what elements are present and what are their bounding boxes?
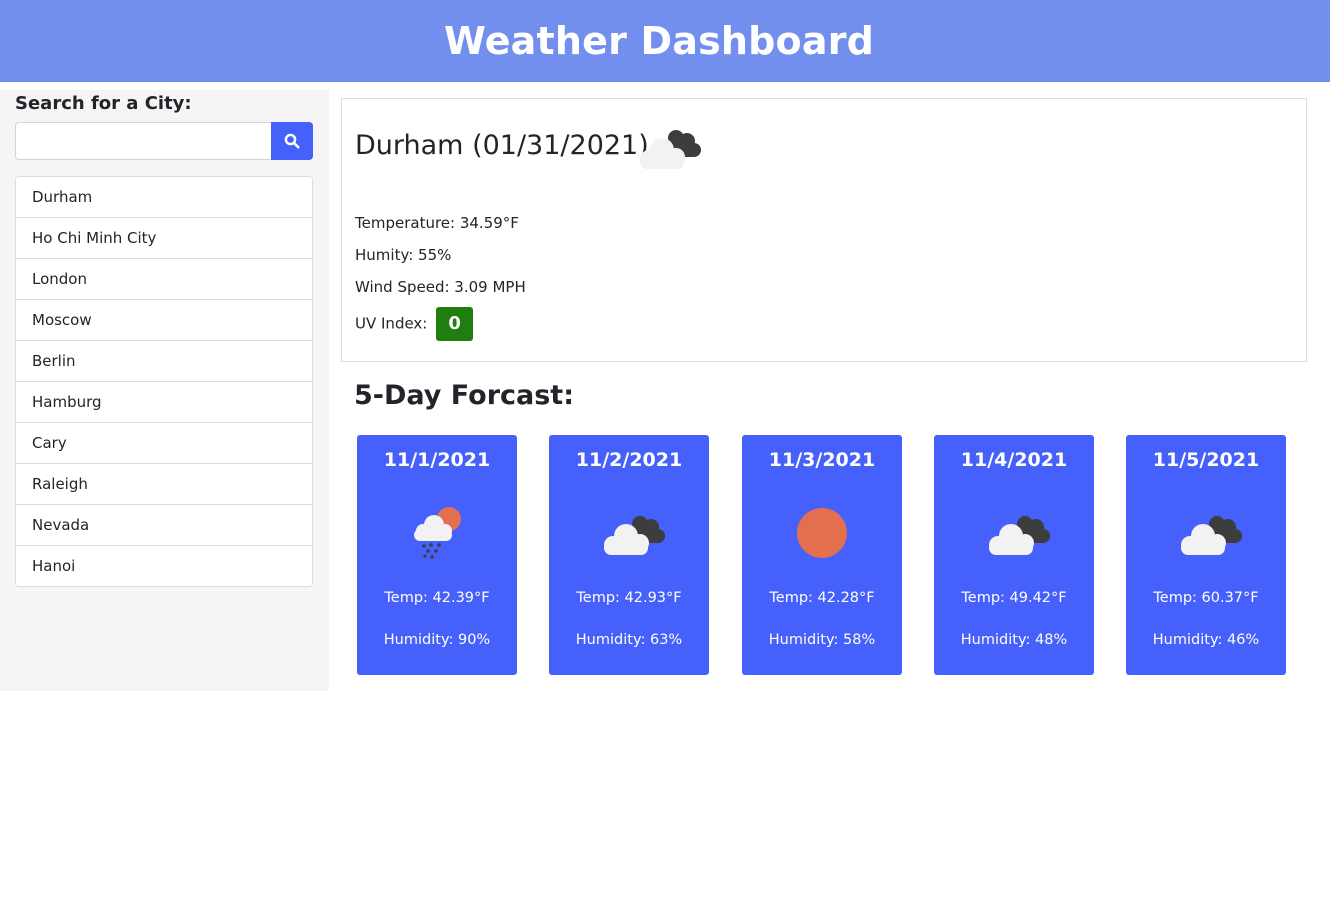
page-title: Weather Dashboard [443, 19, 875, 63]
forecast-date: 11/5/2021 [1152, 449, 1260, 471]
cloudy-icon [640, 130, 701, 169]
history-item[interactable]: Cary [16, 422, 312, 463]
forecast-temp: Temp: 42.93°F [576, 590, 682, 606]
uv-label: UV Index: [355, 314, 428, 333]
history-item[interactable]: Ho Chi Minh City [16, 217, 312, 258]
history-item[interactable]: Hanoi [16, 545, 312, 586]
forecast-humidity: Humidity: 46% [1152, 632, 1260, 648]
history-item[interactable]: Nevada [16, 504, 312, 545]
forecast-humidity: Humidity: 63% [575, 632, 683, 648]
search-history-list: Durham Ho Chi Minh City London Moscow Be… [15, 176, 313, 587]
search-button[interactable] [271, 122, 313, 160]
forecast-date: 11/2/2021 [575, 449, 683, 471]
forecast-temp: Temp: 42.28°F [769, 590, 875, 606]
current-weather-card: Durham (01/31/2021) Temperature: 34.59°F… [341, 98, 1307, 362]
forecast-date: 11/1/2021 [383, 449, 491, 471]
forecast-humidity: Humidity: 90% [383, 632, 491, 648]
uv-index-badge: 0 [436, 307, 474, 341]
sun-icon [797, 508, 847, 558]
forecast-humidity: Humidity: 48% [960, 632, 1068, 648]
forecast-card: 11/4/2021 Temp: 49.42°F Humidity: 48% [934, 435, 1094, 675]
current-wind-speed: Wind Speed: 3.09 MPH [355, 278, 526, 296]
forecast-date: 11/3/2021 [768, 449, 876, 471]
search-input[interactable] [15, 122, 272, 160]
cloudy-icon [989, 516, 1050, 555]
search-icon [284, 133, 300, 149]
history-item[interactable]: Berlin [16, 340, 312, 381]
forecast-humidity: Humidity: 58% [768, 632, 876, 648]
app-header: Weather Dashboard [0, 0, 1330, 82]
cloudy-icon [1181, 516, 1242, 555]
history-item[interactable]: London [16, 258, 312, 299]
forecast-date: 11/4/2021 [960, 449, 1068, 471]
search-label: Search for a City: [15, 93, 192, 114]
forecast-card: 11/5/2021 Temp: 60.37°F Humidity: 46% [1126, 435, 1286, 675]
cloudy-icon [604, 516, 665, 555]
forecast-temp: Temp: 42.39°F [384, 590, 490, 606]
history-item[interactable]: Raleigh [16, 463, 312, 504]
forecast-temp: Temp: 60.37°F [1153, 590, 1259, 606]
current-city-title: Durham (01/31/2021) [355, 130, 649, 161]
forecast-card: 11/2/2021 Temp: 42.93°F Humidity: 63% [549, 435, 709, 675]
rain-sun-icon [414, 507, 461, 559]
sidebar: Search for a City: Durham Ho Chi Minh Ci… [0, 90, 329, 691]
history-item[interactable]: Hamburg [16, 381, 312, 422]
forecast-temp: Temp: 49.42°F [961, 590, 1067, 606]
current-uv-row: UV Index: 0 [355, 307, 474, 341]
current-temperature: Temperature: 34.59°F [355, 214, 519, 232]
history-item[interactable]: Moscow [16, 299, 312, 340]
current-humidity: Humity: 55% [355, 246, 452, 264]
forecast-title: 5-Day Forcast: [354, 380, 575, 411]
forecast-card: 11/3/2021 Temp: 42.28°F Humidity: 58% [742, 435, 902, 675]
history-item[interactable]: Durham [16, 177, 312, 217]
forecast-card: 11/1/2021 Temp: 42.39°F Humidity: 90% [357, 435, 517, 675]
